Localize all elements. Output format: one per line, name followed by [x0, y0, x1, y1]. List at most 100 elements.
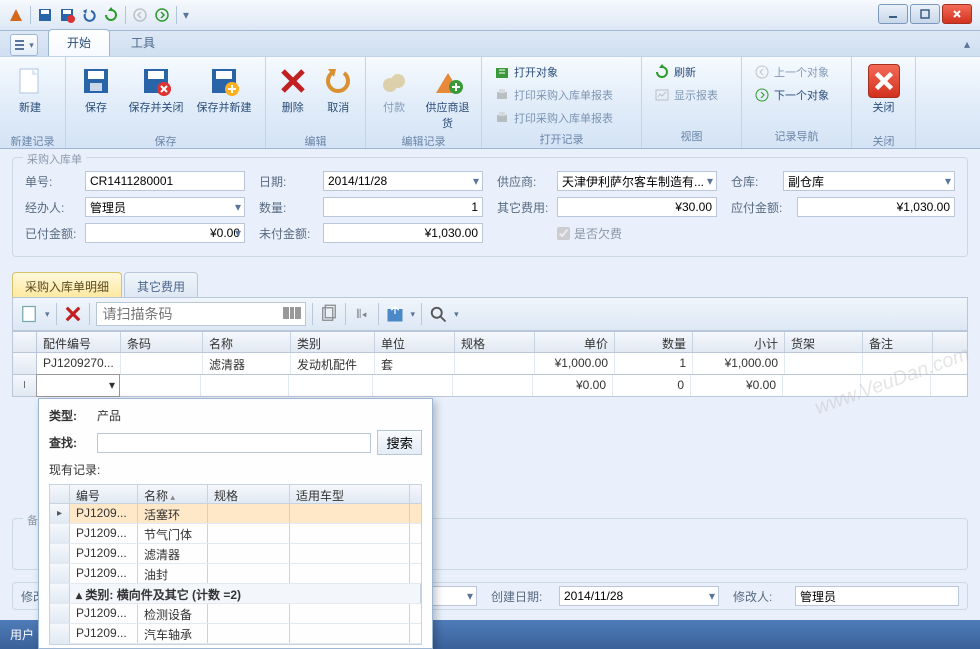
date-input[interactable]: 2014/11/28 [323, 171, 483, 191]
pagefirst-icon[interactable]: ⦀◂ [352, 304, 372, 324]
copy-icon[interactable] [319, 304, 339, 324]
minimize-button[interactable] [878, 4, 908, 24]
modby-label: 修改人: [733, 588, 789, 605]
col-spec[interactable]: 规格 [455, 332, 535, 352]
col-partno[interactable]: 配件编号 [37, 332, 121, 352]
createdate-label: 创建日期: [491, 588, 553, 605]
delete-button[interactable]: 删除 [272, 61, 314, 131]
popup-row[interactable]: PJ1209...节气门体 [50, 524, 421, 544]
tab-start[interactable]: 开始 [48, 29, 110, 56]
col-shelf[interactable]: 货架 [785, 332, 863, 352]
popup-type-value: 产品 [97, 407, 121, 424]
ribbon-group-view: 视图 [648, 126, 735, 146]
tab-tools[interactable]: 工具 [112, 29, 174, 56]
new-row-icon[interactable] [19, 304, 39, 324]
credit-checkbox: 是否欠费 [557, 225, 622, 242]
qty-input[interactable]: 1 [323, 197, 483, 217]
barcode-input[interactable] [96, 302, 306, 326]
export-icon[interactable] [385, 304, 405, 324]
modby-input[interactable]: 管理员 [795, 586, 959, 606]
prev-icon[interactable] [132, 7, 148, 23]
popup-row[interactable]: PJ1209...油封 [50, 564, 421, 584]
ribbon-group-save: 保存 [72, 131, 259, 151]
print-report2-button: 打印采购入库单报表 [488, 107, 635, 129]
form-title: 采购入库单 [23, 151, 86, 167]
popup-search-button[interactable]: 搜索 [377, 430, 422, 455]
otherfee-label: 其它费用: [497, 199, 553, 216]
maximize-button[interactable] [910, 4, 940, 24]
grid-row-editing[interactable]: I ¥0.00 0 ¥0.00 [12, 375, 968, 397]
tab-detail[interactable]: 采购入库单明细 [12, 272, 122, 300]
collapse-ribbon-icon[interactable]: ▴ [964, 37, 970, 51]
paid-input[interactable]: ¥0.00 [85, 223, 245, 243]
save-close-icon[interactable] [59, 7, 75, 23]
pay-button: 付款 [372, 61, 416, 131]
unpaid-input[interactable]: ¥1,030.00 [323, 223, 483, 243]
createdate-input[interactable]: 2014/11/28 [559, 586, 719, 606]
grid-row[interactable]: PJ1209270... 滤清器 发动机配件 套 ¥1,000.00 1 ¥1,… [12, 353, 968, 375]
popup-row[interactable]: PJ1209...检测设备 [50, 604, 421, 624]
close-button[interactable] [942, 4, 972, 24]
popup-row[interactable]: PJ1209...滤清器 [50, 544, 421, 564]
save-button[interactable]: 保存 [72, 61, 120, 131]
open-object-button[interactable]: 打开对象 [488, 61, 635, 83]
cancel-button[interactable]: 取消 [318, 61, 360, 131]
popup-col-name[interactable]: 名称 [138, 485, 208, 503]
status-text: 用户 [10, 626, 34, 643]
payable-label: 应付金额: [731, 199, 793, 216]
close-record-button[interactable]: 关闭 [860, 61, 908, 131]
supplier-return-button[interactable]: 供应商退货 [420, 61, 475, 131]
save-new-button[interactable]: 保存并新建 [192, 61, 256, 131]
otherfee-input[interactable]: ¥30.00 [557, 197, 717, 217]
refresh-button[interactable]: 刷新 [648, 61, 735, 83]
new-button[interactable]: 新建 [6, 61, 54, 131]
popup-col-model[interactable]: 适用车型 [290, 485, 410, 503]
unpaid-label: 未付金额: [259, 225, 319, 242]
new-row-dropdown[interactable]: ▾ [45, 309, 50, 320]
popup-type-label: 类型: [49, 407, 91, 424]
col-subtotal[interactable]: 小计 [693, 332, 785, 352]
next-record-button[interactable]: 下一个对象 [748, 84, 845, 106]
col-remark[interactable]: 备注 [863, 332, 933, 352]
refresh-icon[interactable] [103, 7, 119, 23]
agent-input[interactable]: 管理员 [85, 197, 245, 217]
payable-input[interactable]: ¥1,030.00 [797, 197, 955, 217]
col-qty[interactable]: 数量 [615, 332, 693, 352]
search-icon[interactable] [428, 304, 448, 324]
print-report1-button: 打印采购入库单报表 [488, 84, 635, 106]
col-name[interactable]: 名称 [203, 332, 291, 352]
undo-icon[interactable] [81, 7, 97, 23]
warehouse-label: 仓库: [731, 173, 779, 190]
popup-search-input[interactable] [97, 433, 371, 453]
popup-row[interactable]: ▸PJ1209...活塞环 [50, 504, 421, 524]
popup-row[interactable]: PJ1209...汽车轴承 [50, 624, 421, 644]
popup-group-row[interactable]: ▴ 类别: 横向件及其它 (计数 =2) [50, 584, 421, 604]
supplier-input[interactable]: 天津伊利萨尔客车制造有... [557, 171, 717, 191]
order-no-input[interactable]: CR1411280001 [85, 171, 245, 191]
grid-toolbar: ▾ ⦀◂ ▾ ▾ [12, 297, 968, 331]
col-barcode[interactable]: 条码 [121, 332, 203, 352]
next-icon[interactable] [154, 7, 170, 23]
col-unit[interactable]: 单位 [375, 332, 455, 352]
detail-grid: 配件编号 条码 名称 类别 单位 规格 单价 数量 小计 货架 备注 PJ120… [12, 331, 968, 397]
ribbon-group-close: 关闭 [858, 131, 909, 151]
supplier-label: 供应商: [497, 173, 553, 190]
app-menu-button[interactable]: ▾ [10, 34, 38, 56]
tab-otherfee[interactable]: 其它费用 [124, 272, 198, 300]
delete-row-icon[interactable] [63, 304, 83, 324]
ribbon-group-editrec: 编辑记录 [372, 131, 475, 151]
popup-existing-label: 现有记录: [49, 461, 422, 478]
agent-label: 经办人: [25, 199, 81, 216]
ribbon-group-nav: 记录导航 [748, 126, 845, 146]
popup-col-no[interactable]: 编号 [70, 485, 138, 503]
warehouse-input[interactable]: 副仓库 [783, 171, 955, 191]
order-form: 采购入库单 单号: CR1411280001 日期: 2014/11/28 供应… [12, 157, 968, 257]
save-icon[interactable] [37, 7, 53, 23]
popup-col-spec[interactable]: 规格 [208, 485, 290, 503]
dropdown-icon[interactable]: ▾ [183, 8, 189, 22]
col-price[interactable]: 单价 [535, 332, 615, 352]
save-close-button[interactable]: 保存并关闭 [124, 61, 188, 131]
barcode-icon [283, 306, 301, 323]
col-category[interactable]: 类别 [291, 332, 375, 352]
app-icon [8, 7, 24, 23]
